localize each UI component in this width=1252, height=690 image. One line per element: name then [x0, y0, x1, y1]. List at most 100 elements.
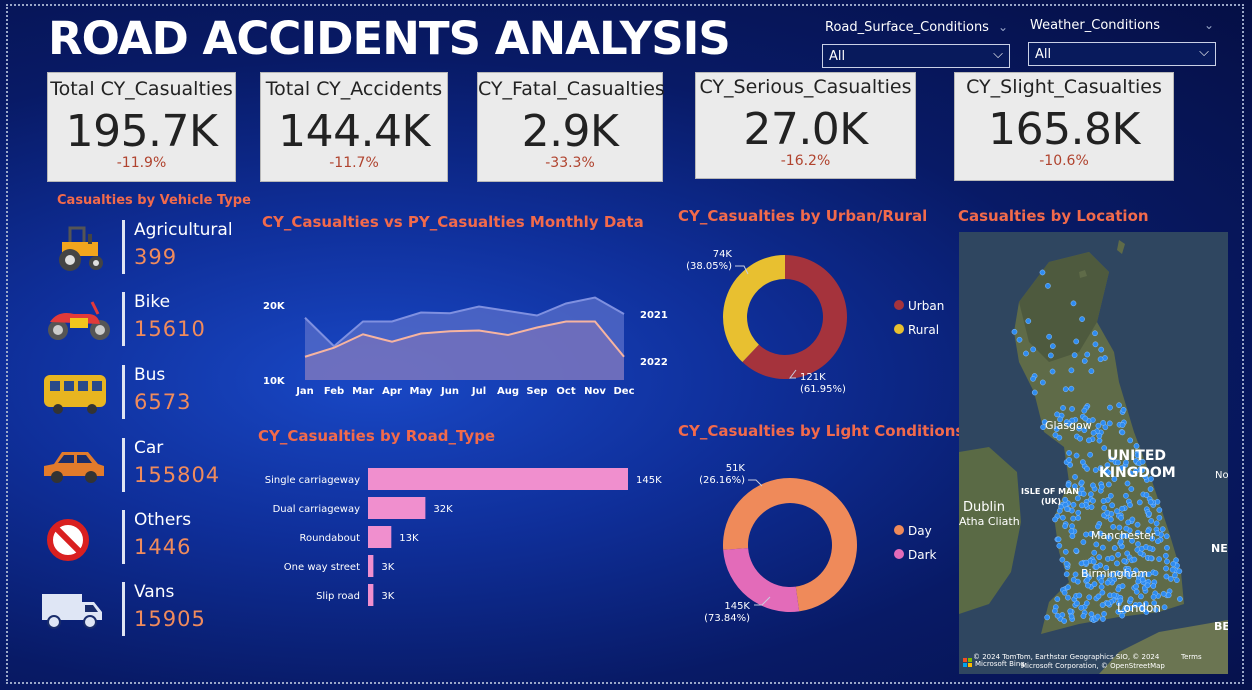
bar-category-label: Slip road: [316, 591, 360, 602]
kpi-card-serious-casualties: CY_Serious_Casualties 27.0K -16.2%: [695, 72, 916, 179]
bar-value-label: 13K: [399, 533, 419, 544]
legend-label[interactable]: Rural: [908, 323, 939, 337]
map-point: [1093, 541, 1100, 548]
map-point: [1084, 466, 1090, 472]
urban-rural-donut-chart[interactable]: 121K(61.95%) 74K(38.05%) Urban Rural: [678, 240, 948, 405]
map-point: [1152, 570, 1159, 576]
vehicle-row-agricultural: Agricultural 399: [40, 218, 240, 280]
map-point: [1063, 560, 1070, 567]
x-tick-label: Nov: [584, 386, 606, 397]
map-point: [1080, 613, 1087, 619]
vehicle-name: Bike: [134, 292, 171, 312]
collapse-chevron-icon[interactable]: ⌄: [998, 20, 1008, 34]
map-point: [1056, 542, 1063, 549]
map-point: [1065, 594, 1071, 601]
map-point: [1095, 422, 1102, 429]
map-point: [1079, 316, 1085, 322]
weather-dropdown[interactable]: All ⌵: [1028, 42, 1216, 66]
map-point: [1155, 538, 1161, 545]
map-point: [1090, 497, 1096, 504]
slice-percent-label: (61.95%): [800, 384, 846, 395]
map-point: [1119, 422, 1126, 428]
bar-category-label: Single carriageway: [265, 475, 360, 486]
bar-value-label: 32K: [433, 504, 453, 515]
map-terms-link[interactable]: Terms: [1180, 653, 1202, 661]
weather-slicer[interactable]: Weather_Conditions ⌄ All ⌵: [1028, 18, 1218, 66]
map-point: [1073, 547, 1080, 554]
slice-value-label: 51K: [726, 463, 746, 474]
bar-value-label: 3K: [381, 591, 394, 602]
card-value: 144.4K: [278, 106, 430, 157]
x-tick-label: Sep: [526, 386, 547, 397]
road-type-bar-chart[interactable]: Single carriageway 145K Dual carriageway 32…: [255, 462, 675, 617]
light-chart-title: CY_Casualties by Light Conditions: [678, 422, 965, 440]
legend-label[interactable]: Day: [908, 524, 932, 538]
map-point: [1124, 480, 1131, 487]
map-point: [1060, 405, 1066, 411]
legend-label[interactable]: Urban: [908, 299, 944, 313]
map-point: [1098, 584, 1105, 590]
map-point: [1118, 515, 1124, 521]
bar[interactable]: [368, 555, 374, 577]
map-point: [1068, 367, 1075, 374]
map-point: [1070, 515, 1077, 522]
bar-category-label: Dual carriageway: [273, 504, 361, 515]
map-point: [1074, 600, 1080, 607]
x-tick-label: Oct: [556, 386, 575, 397]
map-point: [1070, 501, 1077, 508]
slice-percent-label: (73.84%): [704, 613, 750, 624]
map-point: [1052, 608, 1058, 614]
slice-value-label: 121K: [800, 372, 826, 383]
chevron-down-icon[interactable]: ⌵: [993, 47, 1003, 62]
map-canvas[interactable]: UNITED KINGDOM Glasgow Dublin Atha Cliat…: [959, 232, 1228, 674]
map-point: [1100, 616, 1106, 622]
map-point: [1065, 584, 1071, 591]
map-point: [1064, 506, 1070, 512]
map-point: [1054, 612, 1061, 619]
series-label-2021: 2021: [640, 310, 668, 321]
card-label: CY_Serious_Casualties: [699, 76, 912, 98]
legend-label[interactable]: Dark: [908, 548, 937, 562]
bar[interactable]: [368, 526, 392, 548]
prohibited-icon: [47, 519, 89, 561]
map-point: [1105, 600, 1111, 607]
map-point: [1119, 429, 1126, 436]
map-point: [1159, 526, 1166, 533]
road-surface-dropdown[interactable]: All ⌵: [822, 44, 1010, 68]
map-point: [1031, 389, 1038, 396]
map-label-atha-cliath: Atha Cliath: [959, 515, 1020, 528]
map-point: [1156, 507, 1163, 513]
map-point: [1111, 592, 1117, 599]
map-point: [1108, 516, 1114, 523]
map-point: [1075, 515, 1081, 521]
slice-percent-label: (38.05%): [686, 261, 732, 272]
bar[interactable]: [368, 497, 426, 519]
map-point: [1100, 420, 1106, 426]
light-donut-chart[interactable]: 145K(73.84%) 51K(26.16%) Day Dark: [678, 455, 948, 635]
map-point: [1156, 514, 1163, 521]
bar[interactable]: [368, 584, 374, 606]
monthly-area-chart[interactable]: 20K 10K Jan Feb Mar Apr May Jun Jul Aug Sep Oct Nov D…: [255, 270, 675, 410]
collapse-chevron-icon[interactable]: ⌄: [1204, 18, 1214, 32]
vehicle-name: Car: [134, 438, 164, 458]
donut-slice[interactable]: [723, 255, 785, 363]
map-point: [1119, 505, 1125, 512]
map-label-no: No: [1215, 470, 1228, 481]
map-point: [1123, 492, 1129, 499]
map-point: [1170, 561, 1176, 567]
map-point: [1023, 350, 1029, 357]
map-label-be: BE: [1214, 620, 1228, 633]
chevron-down-icon[interactable]: ⌵: [1199, 45, 1209, 60]
map-point: [1099, 589, 1106, 596]
map-point: [1150, 583, 1157, 589]
road-surface-slicer[interactable]: Road_Surface_Conditions ⌄ All ⌵: [822, 20, 1010, 68]
map-point: [1150, 594, 1157, 600]
map-point: [1056, 434, 1063, 441]
map-point: [1063, 571, 1070, 578]
casualties-map[interactable]: UNITED KINGDOM Glasgow Dublin Atha Cliat…: [959, 232, 1228, 674]
map-label-uk: (UK): [1041, 497, 1061, 506]
map-point: [1086, 594, 1093, 601]
y-tick-label: 10K: [263, 376, 286, 387]
map-point: [1066, 457, 1072, 463]
bar[interactable]: [368, 468, 628, 490]
